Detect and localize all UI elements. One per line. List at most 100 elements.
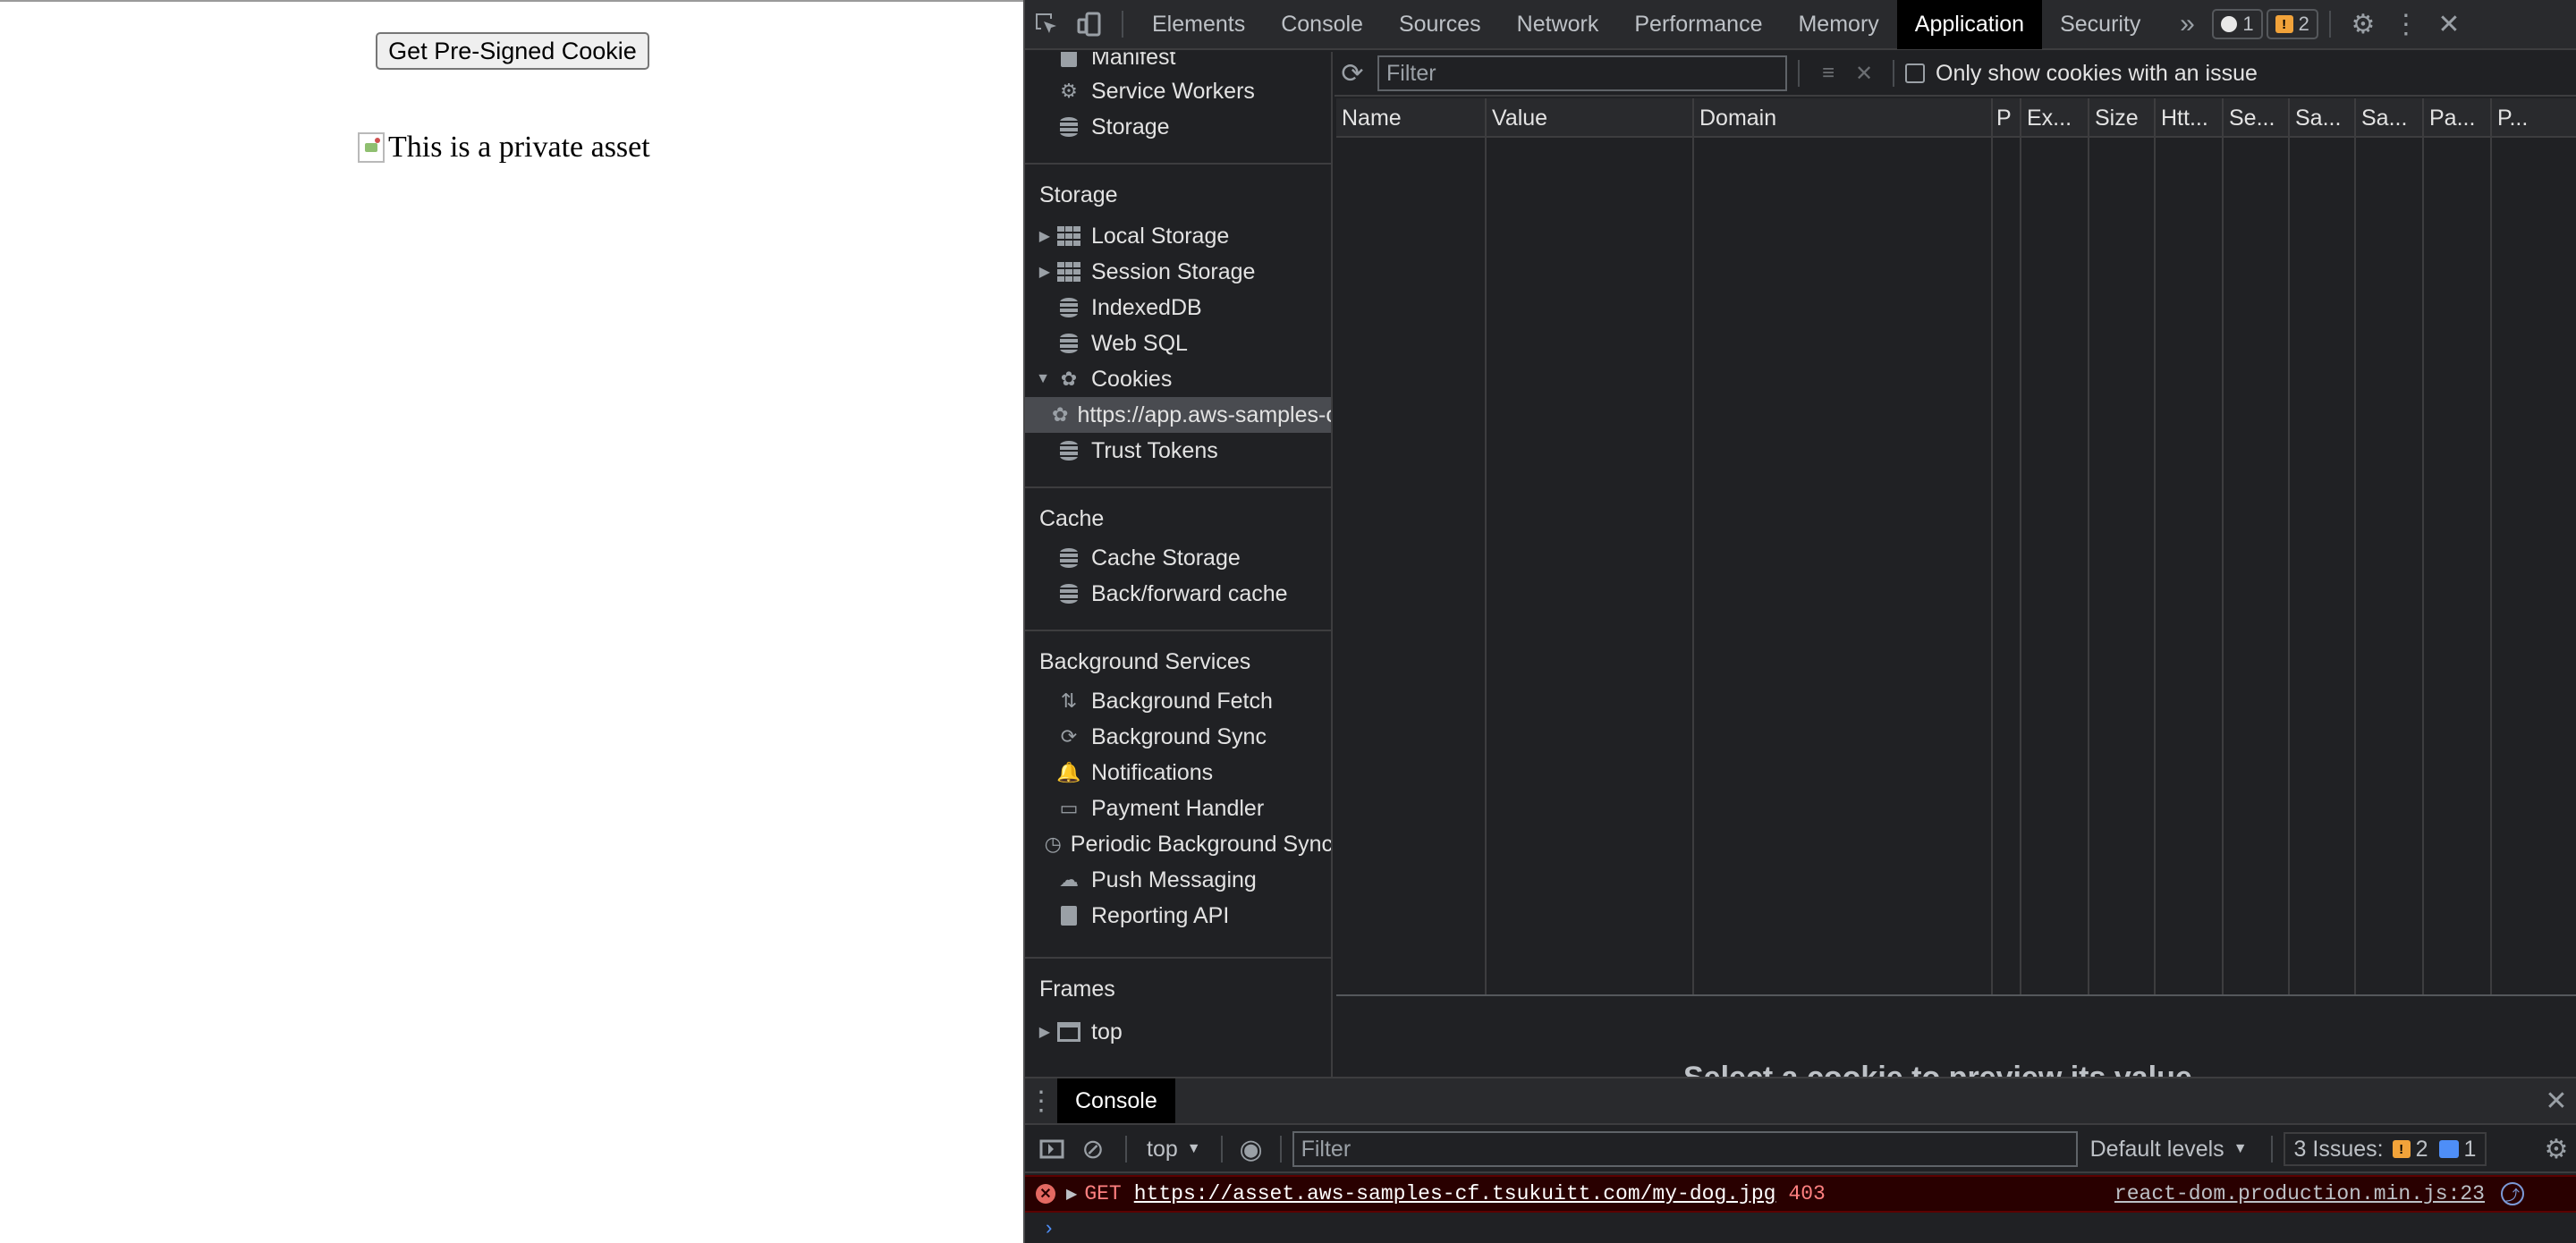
request-method: GET <box>1084 1182 1122 1205</box>
expand-arrow-icon[interactable]: ▶ <box>1066 1185 1077 1203</box>
section-divider <box>1025 163 1331 165</box>
issues-counter[interactable]: 3 Issues: ! 2 1 <box>2283 1132 2487 1166</box>
column-expires[interactable]: Ex... <box>2021 98 2089 994</box>
sidebar-item-session-storage[interactable]: ▶ Session Storage <box>1025 254 1331 290</box>
clear-console-icon[interactable]: ⊘ <box>1072 1124 1114 1174</box>
sidebar-item-reporting-api[interactable]: Reporting API <box>1025 898 1331 934</box>
tab-application[interactable]: Application <box>1896 0 2043 49</box>
sidebar-item-background-sync[interactable]: ⟳ Background Sync <box>1025 719 1331 755</box>
more-tabs-icon[interactable]: » <box>2165 0 2208 49</box>
sync-icon: ⟳ <box>1060 725 1078 748</box>
expand-arrow-icon[interactable]: ▶ <box>1025 1023 1055 1041</box>
sidebar-item-label: Notifications <box>1091 759 1214 785</box>
drawer-tab-console[interactable]: Console <box>1057 1078 1175 1123</box>
sidebar-item-label: Payment Handler <box>1091 795 1265 821</box>
delete-selected-icon[interactable]: ✕ <box>1846 48 1882 98</box>
console-filter-input[interactable] <box>1292 1131 2078 1167</box>
sidebar-item-notifications[interactable]: 🔔 Notifications <box>1025 755 1331 791</box>
console-settings-gear-icon[interactable]: ⚙ <box>2535 1124 2576 1174</box>
tab-console[interactable]: Console <box>1263 0 1381 49</box>
issue-only-checkbox[interactable] <box>1905 63 1925 83</box>
expand-arrow-icon[interactable]: ▶ <box>1025 227 1055 245</box>
devtools-panel: Elements Console Sources Network Perform… <box>1023 0 2576 1243</box>
close-drawer-icon[interactable]: ✕ <box>2535 1076 2576 1126</box>
close-devtools-icon[interactable]: ✕ <box>2428 0 2470 49</box>
network-panel-icon[interactable]: ⤴ <box>2501 1182 2524 1205</box>
device-toolbar-icon[interactable] <box>1068 0 1111 49</box>
section-title-background-services: Background Services <box>1039 649 1251 674</box>
grid-icon <box>1055 261 1082 283</box>
column-path[interactable]: P <box>1993 98 2021 994</box>
console-toolbar: ⊘ top ▼ ◉ Default levels ▼ 3 Issues: ! 2… <box>1025 1127 2576 1173</box>
tab-performance[interactable]: Performance <box>1616 0 1780 49</box>
expand-arrow-icon[interactable]: ▶ <box>1025 263 1055 281</box>
sidebar-item-payment-handler[interactable]: ▭ Payment Handler <box>1025 791 1331 826</box>
tab-elements[interactable]: Elements <box>1134 0 1263 49</box>
sidebar-item-indexeddb[interactable]: IndexedDB <box>1025 290 1331 326</box>
sidebar-item-label: top <box>1091 1019 1123 1044</box>
sidebar-item-local-storage[interactable]: ▶ Local Storage <box>1025 218 1331 254</box>
console-prompt[interactable]: › <box>1025 1214 2576 1243</box>
column-httponly[interactable]: Htt... <box>2156 98 2224 994</box>
web-page: Get Pre-Signed Cookie This is a private … <box>0 0 1023 1243</box>
sidebar-item-cookies[interactable]: ▼ ✿ Cookies <box>1025 361 1331 397</box>
toolbar-divider <box>1279 1136 1282 1163</box>
sidebar-item-trust-tokens[interactable]: Trust Tokens <box>1025 433 1331 469</box>
eye-icon[interactable]: ◉ <box>1233 1124 1269 1174</box>
sidebar-item-periodic-background-sync[interactable]: ◷ Periodic Background Sync <box>1025 826 1331 862</box>
column-sameparty[interactable]: Sa... <box>2356 98 2424 994</box>
sidebar-item-label: Storage <box>1091 114 1170 140</box>
sidebar-item-web-sql[interactable]: Web SQL <box>1025 326 1331 361</box>
refresh-icon[interactable]: ⟳ <box>1335 48 1370 98</box>
info-badge[interactable]: 1 <box>2212 9 2263 39</box>
sidebar-item-push-messaging[interactable]: ☁ Push Messaging <box>1025 862 1331 898</box>
console-error-message[interactable]: ✕ ▶ GET https://asset.aws-samples-cf.tsu… <box>1025 1175 2576 1213</box>
column-partition-key[interactable]: Pa... <box>2424 98 2492 994</box>
warning-badge[interactable]: ! 2 <box>2266 9 2318 39</box>
column-value[interactable]: Value <box>1487 98 1694 994</box>
tab-network[interactable]: Network <box>1499 0 1617 49</box>
context-selector[interactable]: top ▼ <box>1138 1137 1210 1163</box>
kebab-menu-icon[interactable]: ⋮ <box>2385 0 2428 49</box>
database-icon <box>1055 440 1082 461</box>
column-header-label: Size <box>2095 106 2139 131</box>
tab-memory[interactable]: Memory <box>1780 0 1896 49</box>
sidebar-item-cache-storage[interactable]: Cache Storage <box>1025 540 1331 576</box>
tab-security[interactable]: Security <box>2042 0 2158 49</box>
info-message-icon <box>2438 1140 2459 1158</box>
source-location-link[interactable]: react-dom.production.min.js:23 <box>2114 1182 2485 1205</box>
sidebar-item-service-workers[interactable]: ⚙ Service Workers <box>1025 73 1331 109</box>
log-levels-dropdown[interactable]: Default levels ▼ <box>2078 1137 2260 1163</box>
database-icon <box>1055 297 1082 318</box>
tab-sources[interactable]: Sources <box>1381 0 1499 49</box>
inspect-element-icon[interactable] <box>1025 0 1068 49</box>
clear-filtered-cookies-icon[interactable]: ≡ <box>1810 48 1846 98</box>
settings-gear-icon[interactable]: ⚙ <box>2342 0 2385 49</box>
column-header-label: Domain <box>1699 106 1777 131</box>
sidebar-item-label: Local Storage <box>1091 223 1230 249</box>
column-samesite[interactable]: Sa... <box>2290 98 2356 994</box>
show-sidebar-icon[interactable] <box>1032 1124 1072 1174</box>
get-pre-signed-cookie-button[interactable]: Get Pre-Signed Cookie <box>376 32 649 70</box>
console-drawer: ⋮ Console ✕ ⊘ top ▼ ◉ Default levels ▼ <box>1025 1077 2576 1243</box>
cookie-filter-input[interactable] <box>1377 55 1787 91</box>
drawer-menu-icon[interactable]: ⋮ <box>1025 1076 1057 1126</box>
column-header-label: Name <box>1342 106 1402 131</box>
sidebar-item-back-forward-cache[interactable]: Back/forward cache <box>1025 576 1331 612</box>
sidebar-item-cookie-origin[interactable]: ✿ https://app.aws-samples-cf.tsukuitt.co… <box>1025 397 1331 433</box>
request-url-link[interactable]: https://asset.aws-samples-cf.tsukuitt.co… <box>1134 1182 1776 1205</box>
sidebar-item-storage-overview[interactable]: Storage <box>1025 109 1331 145</box>
info-dot-icon <box>2221 16 2238 32</box>
column-secure[interactable]: Se... <box>2224 98 2290 994</box>
column-size[interactable]: Size <box>2089 98 2156 994</box>
application-sidebar: Manifest ⚙ Service Workers Storage Stora… <box>1025 52 1333 1077</box>
column-priority[interactable]: P... <box>2492 98 2576 994</box>
sidebar-item-frame-top[interactable]: ▶ top <box>1025 1014 1331 1050</box>
collapse-arrow-icon[interactable]: ▼ <box>1025 371 1055 387</box>
column-name[interactable]: Name <box>1336 98 1487 994</box>
column-domain[interactable]: Domain <box>1694 98 1993 994</box>
drawer-tabbar: ⋮ Console ✕ <box>1025 1078 2576 1125</box>
sidebar-item-background-fetch[interactable]: ⇅ Background Fetch <box>1025 683 1331 719</box>
sidebar-item-manifest[interactable]: Manifest <box>1025 52 1331 75</box>
toolbar-divider <box>1798 60 1800 87</box>
